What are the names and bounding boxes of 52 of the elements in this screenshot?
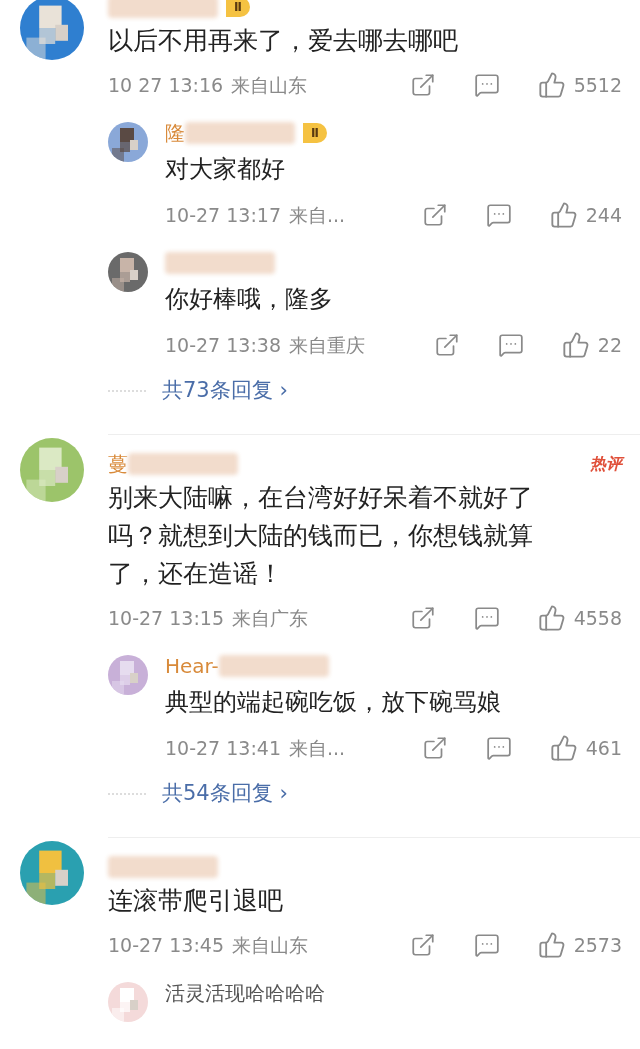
like-count: 461 xyxy=(585,735,622,761)
dotted-line xyxy=(108,793,146,795)
comment-icon[interactable] xyxy=(473,72,500,98)
comment-icon[interactable] xyxy=(497,332,524,358)
comment-icon[interactable] xyxy=(485,202,512,228)
comment-time: 10-27 13:41 xyxy=(165,735,281,761)
like-count: 4558 xyxy=(573,605,622,631)
like-icon[interactable] xyxy=(537,71,566,99)
like-count: 244 xyxy=(585,202,622,228)
username[interactable]: Hear- xyxy=(165,651,219,681)
reply-text: 你好棒哦，隆多 xyxy=(165,284,334,315)
comment-icon[interactable] xyxy=(473,932,500,958)
like-count: 2573 xyxy=(573,932,622,958)
comment-location: 来自... xyxy=(289,735,346,761)
like-icon[interactable] xyxy=(549,201,578,229)
comment-time: 10 27 13:16 xyxy=(108,72,224,98)
comment-icon[interactable] xyxy=(473,605,500,631)
comment-text: 别来大陆嘛，在台湾好好呆着不就好了吗？就想到大陆的钱而已，你想钱就算了，还在造谣！ xyxy=(108,482,534,590)
share-icon[interactable] xyxy=(433,332,460,358)
username[interactable]: 隆 xyxy=(165,118,185,148)
username[interactable]: 蔓 xyxy=(108,449,128,479)
comment-location: 来自... xyxy=(289,202,346,228)
share-icon[interactable] xyxy=(409,932,436,958)
like-icon[interactable] xyxy=(537,604,566,632)
comment-icon[interactable] xyxy=(485,735,512,761)
comment-location: 来自山东 xyxy=(232,932,308,958)
comment-text: 以后不用再来了，爱去哪去哪吧 xyxy=(108,25,459,57)
comment-location: 来自重庆 xyxy=(289,332,365,358)
share-icon[interactable] xyxy=(421,202,448,228)
comment-time: 10-27 13:15 xyxy=(108,605,224,631)
share-icon[interactable] xyxy=(409,72,436,98)
level-badge: Ⅱ xyxy=(226,0,250,17)
dotted-line xyxy=(108,390,146,392)
comment-text: 连滚带爬引退吧 xyxy=(108,885,284,917)
comment-location: 来自广东 xyxy=(232,605,308,631)
level-badge: Ⅱ xyxy=(303,123,327,143)
like-count: 5512 xyxy=(573,72,622,98)
comment-time: 10-27 13:38 xyxy=(165,332,281,358)
share-icon[interactable] xyxy=(409,605,436,631)
like-count: 22 xyxy=(597,332,622,358)
reply-text: 典型的端起碗吃饭，放下碗骂娘 xyxy=(165,687,502,718)
reply-text: 对大家都好 xyxy=(165,154,286,185)
comment-time: 10-27 13:45 xyxy=(108,932,224,958)
like-icon[interactable] xyxy=(537,931,566,959)
username[interactable]: 活灵活现哈哈哈哈 xyxy=(165,978,325,1008)
more-replies-link[interactable]: 共73条回复 › xyxy=(162,375,288,407)
more-replies-link[interactable]: 共54条回复 › xyxy=(162,778,288,810)
comment-location: 来自山东 xyxy=(231,72,308,98)
like-icon[interactable] xyxy=(549,734,578,762)
share-icon[interactable] xyxy=(421,735,448,761)
comment-time: 10-27 13:17 xyxy=(165,202,281,228)
like-icon[interactable] xyxy=(561,331,590,359)
